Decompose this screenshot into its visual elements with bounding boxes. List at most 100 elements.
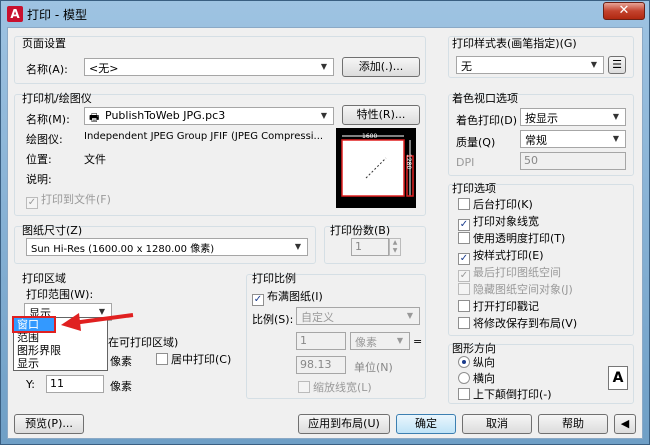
page-setup-name-combo[interactable]: <无> ▼ <box>84 58 334 76</box>
scale-unit2-label: 单位(N) <box>354 361 393 374</box>
apply-to-layout-button[interactable]: 应用到布局(U) <box>298 414 390 434</box>
plot-option-checkbox[interactable]: 后台打印(K) <box>458 198 533 212</box>
quality-combo[interactable]: 常规 ▼ <box>520 130 626 148</box>
close-button[interactable]: ✕ <box>603 2 645 20</box>
scale-label: 比例(S): <box>252 313 294 326</box>
print-dialog-window: A 打印 - 模型 ✕ 页面设置 名称(A): <无> ▼ 添加(.)... 打印… <box>0 0 650 445</box>
paper-size-combo[interactable]: Sun Hi-Res (1600.00 x 1280.00 像素) ▼ <box>26 238 308 256</box>
chevron-down-icon: ▼ <box>590 60 598 69</box>
shade-plot-label: 着色打印(D) <box>456 114 518 127</box>
cancel-button[interactable]: 取消 <box>462 414 532 434</box>
orientation-title: 图形方向 <box>452 342 496 355</box>
plot-option-checkbox[interactable]: ✓ 按样式打印(E) <box>458 249 544 265</box>
plotter-value: Independent JPEG Group JFIF (JPEG Compre… <box>84 131 324 142</box>
plot-option-label: 使用透明度打印(T) <box>473 232 566 245</box>
checkbox-box <box>156 353 168 365</box>
scale-combo[interactable]: 自定义 ▼ <box>296 307 420 325</box>
copies-input[interactable]: 1 <box>351 238 389 256</box>
plot-option-checkbox[interactable]: 将修改保存到布局(V) <box>458 317 577 331</box>
checkbox-box <box>458 283 470 295</box>
plot-style-combo[interactable]: 无 ▼ <box>456 56 604 74</box>
plot-option-checkbox[interactable]: 隐藏图纸空间对象(J) <box>458 283 573 297</box>
checkbox-box: ✓ <box>458 253 470 265</box>
plot-option-label: 最后打印图纸空间 <box>473 266 561 279</box>
checkbox-box: ✓ <box>252 294 264 306</box>
location-label: 位置: <box>26 153 52 166</box>
portrait-radio[interactable]: 纵向 <box>458 356 495 370</box>
paper-preview: 1600 1280 <box>336 128 416 208</box>
plot-options-title: 打印选项 <box>452 182 496 195</box>
annotation-arrow <box>61 313 134 331</box>
page-setup-title: 页面设置 <box>22 37 66 50</box>
plot-style-title: 打印样式表(画笔指定)(G) <box>452 37 577 50</box>
scale-value2-input[interactable]: 98.13 <box>296 356 346 374</box>
scale-unit1-combo[interactable]: 像素 ▼ <box>350 332 410 350</box>
plot-option-label: 按样式打印(E) <box>473 249 544 262</box>
printer-name-label: 名称(M): <box>26 113 70 126</box>
plot-offset-y-label: Y: <box>26 378 35 391</box>
plot-range-option[interactable]: 显示 <box>14 357 107 370</box>
chevron-down-icon: ▼ <box>294 242 302 251</box>
plot-offset-title: 在可打印区域) <box>108 336 179 349</box>
landscape-radio[interactable]: 横向 <box>458 372 495 386</box>
chevron-down-icon: ▼ <box>396 336 404 345</box>
center-plot-checkbox[interactable]: 居中打印(C) <box>156 353 231 367</box>
chevron-down-icon: ▼ <box>612 134 620 143</box>
plot-scale-title: 打印比例 <box>252 272 296 285</box>
ok-button[interactable]: 确定 <box>396 414 456 434</box>
radio-dot <box>458 356 470 368</box>
plot-range-option[interactable]: 图形界限 <box>14 344 107 357</box>
preview-width-label: 1600 <box>362 133 377 140</box>
plot-offset-y-input[interactable]: 11 <box>46 375 104 393</box>
checkbox-box <box>458 232 470 244</box>
printer-properties-button[interactable]: 特性(R)... <box>342 105 420 125</box>
checkbox-box <box>458 388 470 400</box>
edit-table-icon: ☰ <box>612 58 622 71</box>
checkbox-box <box>298 381 310 393</box>
autocad-app-icon: A <box>7 6 23 22</box>
plot-option-checkbox[interactable]: ✓ 打印对象线宽 <box>458 215 539 231</box>
preview-button[interactable]: 预览(P)... <box>14 414 84 434</box>
plot-option-checkbox[interactable]: 打开打印戳记 <box>458 300 539 314</box>
shade-plot-combo[interactable]: 按显示 ▼ <box>520 108 626 126</box>
plot-area-title: 打印区域 <box>22 272 66 285</box>
plot-option-checkbox[interactable]: 使用透明度打印(T) <box>458 232 565 246</box>
print-to-file-checkbox[interactable]: ✓ 打印到文件(F) <box>26 193 111 209</box>
collapse-options-button[interactable]: ◀ <box>614 414 636 434</box>
window-title: 打印 - 模型 <box>27 8 87 22</box>
plot-option-label: 打开打印戳记 <box>473 300 539 313</box>
chevron-down-icon: ▼ <box>320 111 328 120</box>
plot-option-label: 隐藏图纸空间对象(J) <box>473 283 573 296</box>
dpi-label: DPI <box>456 156 475 169</box>
copies-spinner[interactable]: ▲ ▼ <box>389 238 401 256</box>
upside-down-checkbox[interactable]: 上下颠倒打印(-) <box>458 388 552 402</box>
help-button[interactable]: 帮助 <box>538 414 608 434</box>
dpi-input[interactable]: 50 <box>520 152 626 170</box>
chevron-down-icon: ▼ <box>320 62 328 71</box>
dialog-client: 页面设置 名称(A): <无> ▼ 添加(.)... 打印机/绘图仪 名称(M):… <box>7 27 643 439</box>
paper-size-title: 图纸尺寸(Z) <box>22 224 83 237</box>
location-value: 文件 <box>84 153 106 166</box>
checkbox-box: ✓ <box>458 270 470 282</box>
printer-name-combo[interactable]: 🖶 PublishToWeb JPG.pc3 ▼ <box>84 107 334 125</box>
plot-option-label: 打印对象线宽 <box>473 215 539 228</box>
scale-value1-input[interactable]: 1 <box>296 332 346 350</box>
add-page-setup-button[interactable]: 添加(.)... <box>342 57 420 77</box>
plot-option-checkbox[interactable]: ✓ 最后打印图纸空间 <box>458 266 561 282</box>
printer-icon: 🖶 <box>89 111 100 124</box>
plot-range-option[interactable]: 窗口 <box>12 316 56 333</box>
preview-height-label: 1280 <box>405 154 412 169</box>
checkbox-box <box>458 198 470 210</box>
fit-to-paper-checkbox[interactable]: ✓ 布满图纸(I) <box>252 290 323 306</box>
orientation-preview-icon: A <box>608 366 628 390</box>
checkbox-box: ✓ <box>26 197 38 209</box>
plot-option-label: 将修改保存到布局(V) <box>473 317 578 330</box>
plot-option-label: 后台打印(K) <box>473 198 533 211</box>
plot-offset-y-unit: 像素 <box>110 380 132 393</box>
plotter-label: 绘图仪: <box>26 133 63 146</box>
scale-lineweights-checkbox[interactable]: 缩放线宽(L) <box>298 381 372 395</box>
plot-style-edit-button[interactable]: ☰ <box>608 56 626 74</box>
title-bar[interactable]: A 打印 - 模型 ✕ <box>1 1 649 27</box>
description-label: 说明: <box>26 173 52 186</box>
scale-equals: = <box>413 335 423 348</box>
